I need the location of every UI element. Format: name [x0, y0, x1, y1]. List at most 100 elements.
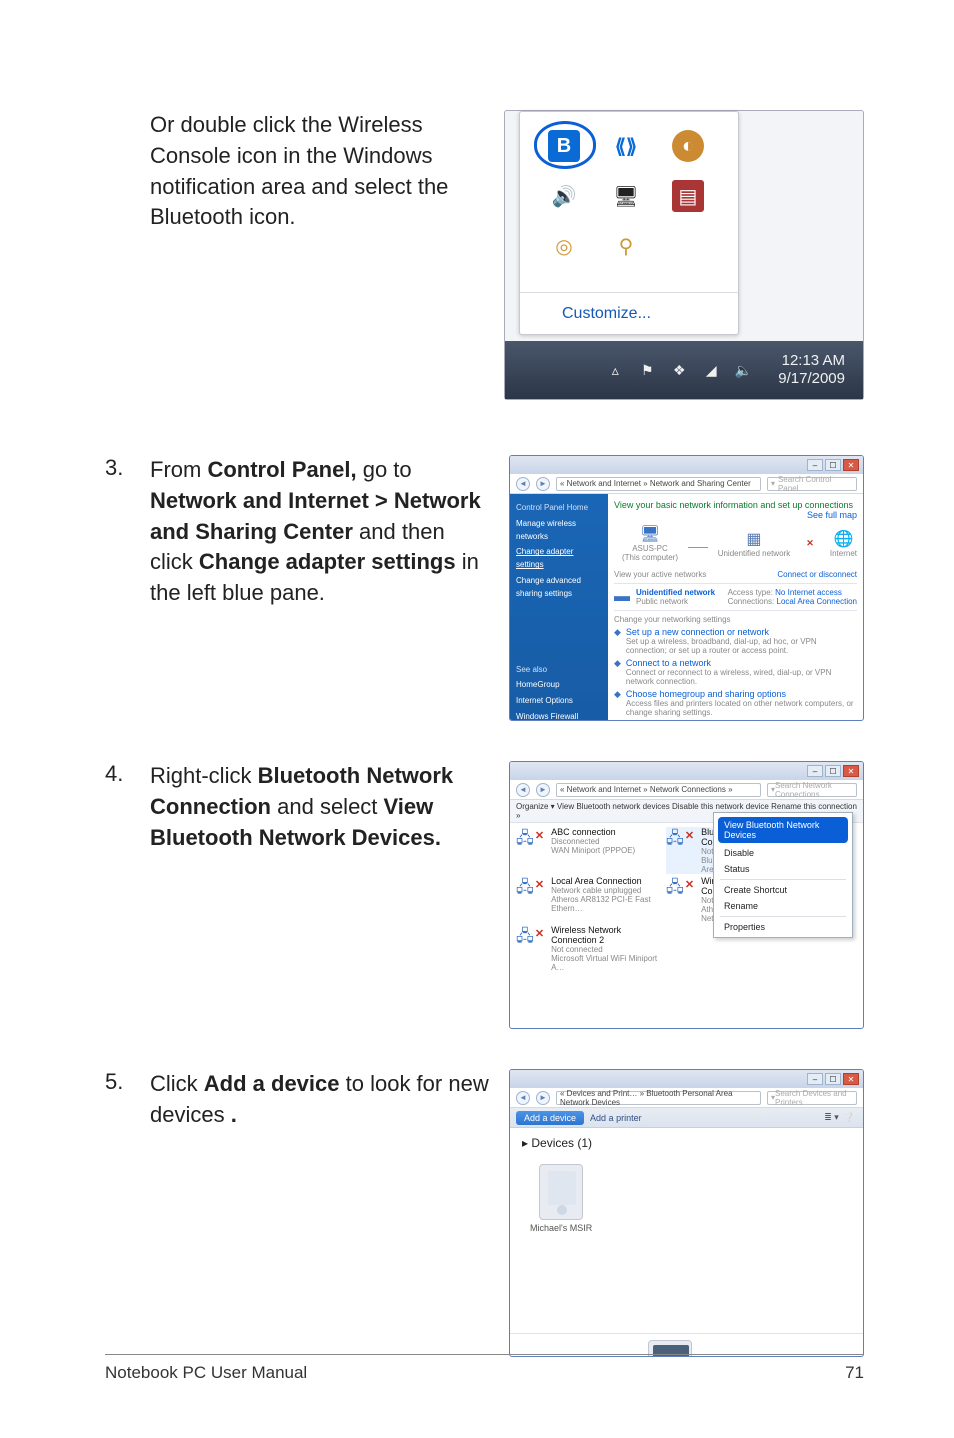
sidebar-change-adapter[interactable]: Change adapter settings: [516, 546, 602, 572]
context-menu: View Bluetooth Network Devices Disable S…: [713, 812, 853, 938]
lan-title: Local Area Connection: [551, 876, 666, 886]
lan-desc: Atheros AR8132 PCI-E Fast Ethern…: [551, 895, 666, 913]
tray-network-icon[interactable]: ❖: [670, 361, 688, 379]
ctx-view-bt-devices[interactable]: View Bluetooth Network Devices: [718, 817, 848, 843]
devices-section-label: ▸ Devices (1): [522, 1136, 851, 1150]
tray-signal-icon[interactable]: ◢: [702, 361, 720, 379]
back-button[interactable]: ◄: [516, 477, 530, 491]
sidebar-homegroup[interactable]: HomeGroup: [516, 679, 602, 692]
ctx-properties[interactable]: Properties: [714, 919, 852, 935]
monitor-icon[interactable]: 🖥: [610, 180, 642, 212]
add-printer-link[interactable]: Add a printer: [590, 1113, 642, 1123]
nc-back-button[interactable]: ◄: [516, 783, 530, 797]
sidebar-advanced-sharing[interactable]: Change advanced sharing settings: [516, 575, 602, 601]
access-type-value: No Internet access: [775, 588, 842, 597]
search-box[interactable]: ▾ Search Control Panel: [767, 477, 857, 491]
node-internet: Internet: [830, 549, 857, 558]
node-this-pc: ASUS-PC: [622, 544, 678, 553]
wifi-icon[interactable]: ⟪⟫: [610, 130, 642, 162]
dashboard-icon[interactable]: ▤: [672, 180, 704, 212]
phone-icon: [539, 1164, 583, 1220]
ad-max-button[interactable]: ☐: [825, 1073, 841, 1085]
customize-link[interactable]: Customize...: [562, 305, 651, 323]
nc-search-placeholder: Search Network Connections: [775, 781, 853, 799]
taskbar: ▵ ⚑ ❖ ◢ 🔈 12:13 AM 9/17/2009: [505, 341, 863, 399]
step4-pre: Right-click: [150, 763, 258, 788]
setup-connection-link[interactable]: Set up a new connection or network: [626, 627, 857, 637]
ad-min-button[interactable]: –: [807, 1073, 823, 1085]
ad-forward-button[interactable]: ►: [536, 1091, 550, 1105]
connection-abc[interactable]: 🖧✕ ABC connection Disconnected WAN Minip…: [516, 827, 666, 874]
device-item[interactable]: Michael's MSIR: [530, 1164, 592, 1233]
step3-pre: From: [150, 457, 207, 482]
step3-b1: Control Panel,: [207, 457, 356, 482]
nsc-sidebar: Control Panel Home Manage wireless netwo…: [510, 494, 608, 721]
forward-button[interactable]: ►: [536, 477, 550, 491]
node-mid: Unidentified network: [718, 549, 790, 558]
connect-network-desc: Connect or reconnect to a wireless, wire…: [626, 668, 857, 686]
search-placeholder: Search Control Panel: [778, 475, 853, 493]
step3-mid1: go to: [363, 457, 412, 482]
tray-screenshot: B ⟪⟫ ◐ 🔊 🖥 ▤ ◎ ⚲ Custo: [504, 110, 864, 400]
taskbar-clock[interactable]: 12:13 AM 9/17/2009: [778, 352, 845, 388]
tray-flag-icon[interactable]: ⚑: [638, 361, 656, 379]
bluetooth-icon[interactable]: B: [548, 130, 580, 162]
window-max-button[interactable]: ☐: [825, 459, 841, 471]
unid-network-label: Unidentified network: [636, 588, 715, 597]
keys-icon[interactable]: ⚲: [610, 230, 642, 262]
connect-network-link[interactable]: Connect to a network: [626, 658, 857, 668]
device-name: Michael's MSIR: [530, 1223, 592, 1233]
nc-max-button[interactable]: ☐: [825, 765, 841, 777]
ctx-rename[interactable]: Rename: [714, 898, 852, 914]
ad-close-button[interactable]: ✕: [843, 1073, 859, 1085]
add-device-screenshot: – ☐ ✕ ◄ ► « Devices and Print… » Bluetoo…: [509, 1069, 864, 1357]
window-close-button[interactable]: ✕: [843, 459, 859, 471]
connection-wireless2[interactable]: 🖧✕ Wireless Network Connection 2 Not con…: [516, 925, 666, 972]
nc-forward-button[interactable]: ►: [536, 783, 550, 797]
step5-b1: Add a device: [204, 1071, 340, 1096]
tray-arrow-icon[interactable]: ▵: [606, 361, 624, 379]
tray-popup: B ⟪⟫ ◐ 🔊 🖥 ▤ ◎ ⚲ Custo: [519, 111, 739, 335]
window-min-button[interactable]: –: [807, 459, 823, 471]
active-networks-label: View your active networks: [614, 570, 706, 579]
wl2-title: Wireless Network Connection 2: [551, 925, 666, 945]
sidebar-internet-options[interactable]: Internet Options: [516, 695, 602, 708]
ad-search-box[interactable]: ▾ Search Devices and Printers: [767, 1091, 857, 1105]
network-sharing-center-screenshot: – ☐ ✕ ◄ ► « Network and Internet » Netwo…: [509, 455, 864, 721]
change-settings-title: Change your networking settings: [614, 615, 857, 624]
ctx-disable[interactable]: Disable: [714, 845, 852, 861]
homegroup-link[interactable]: Choose homegroup and sharing options: [626, 689, 857, 699]
ad-back-button[interactable]: ◄: [516, 1091, 530, 1105]
tray-sound-icon[interactable]: 🔈: [734, 361, 752, 379]
address-bar[interactable]: « Network and Internet » Network and Sha…: [556, 477, 761, 491]
intro-text: Or double click the Wireless Console ico…: [150, 112, 448, 229]
nc-address-bar[interactable]: « Network and Internet » Network Connect…: [556, 783, 761, 797]
camera-icon[interactable]: ◐: [672, 130, 704, 162]
step4-number: 4.: [105, 761, 150, 1029]
ad-search-placeholder: Search Devices and Printers: [775, 1089, 853, 1107]
connection-lan[interactable]: 🖧✕ Local Area Connection Network cable u…: [516, 876, 666, 923]
nc-search-box[interactable]: ▾ Search Network Connections: [767, 783, 857, 797]
connect-disconnect-link[interactable]: Connect or disconnect: [777, 570, 857, 579]
homegroup-desc: Access files and printers located on oth…: [626, 699, 857, 717]
sidebar-manage-wireless[interactable]: Manage wireless networks: [516, 518, 602, 544]
sidebar-windows-firewall[interactable]: Windows Firewall: [516, 711, 602, 721]
ad-address-bar[interactable]: « Devices and Print… » Bluetooth Persona…: [556, 1091, 761, 1105]
connections-value[interactable]: Local Area Connection: [777, 597, 858, 606]
nc-close-button[interactable]: ✕: [843, 765, 859, 777]
clock-time: 12:13 AM: [778, 352, 845, 370]
disc-icon[interactable]: ◎: [548, 230, 580, 262]
troubleshoot-link[interactable]: Troubleshoot problems: [626, 720, 857, 721]
step4-mid: and select: [277, 794, 383, 819]
clock-date: 9/17/2009: [778, 370, 845, 388]
ctx-shortcut[interactable]: Create Shortcut: [714, 882, 852, 898]
nsc-main-title: View your basic network information and …: [614, 500, 857, 510]
see-full-map-link[interactable]: See full map: [614, 510, 857, 520]
ctx-status[interactable]: Status: [714, 861, 852, 877]
nc-min-button[interactable]: –: [807, 765, 823, 777]
step5-b2: .: [231, 1102, 237, 1127]
add-device-button[interactable]: Add a device: [516, 1111, 584, 1125]
sidebar-see-also: See also: [516, 664, 602, 677]
wl2-status: Not connected: [551, 945, 666, 954]
volume-icon[interactable]: 🔊: [548, 180, 580, 212]
